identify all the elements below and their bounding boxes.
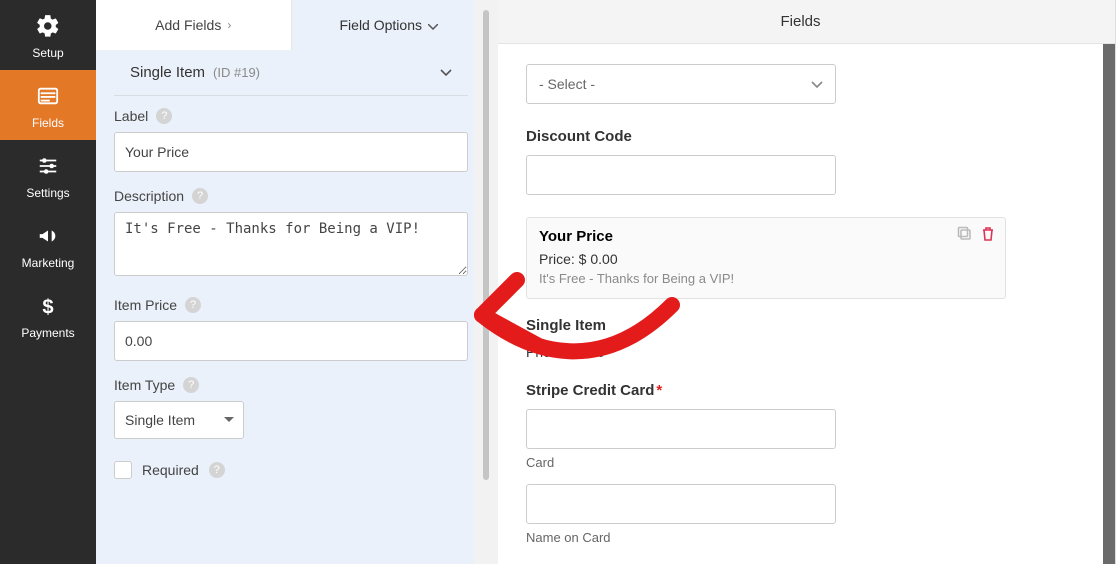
single-item-title: Single Item [526,317,1075,334]
sidebar-item-marketing[interactable]: Marketing [0,210,96,280]
tab-field-options[interactable]: Field Options [292,0,487,50]
dollar-icon: $ [34,292,62,320]
item-type-select[interactable]: Single Item [114,401,244,439]
svg-text:$: $ [42,296,53,318]
sidebar-item-setup[interactable]: Setup [0,0,96,70]
chevron-right-icon: › [227,18,231,32]
sliders-icon [34,152,62,180]
sidebar-item-label: Payments [21,326,74,340]
field-required: Required ? [96,443,486,483]
sidebar-item-label: Setup [32,46,63,60]
preview-gutter: - Select - Discount Code [486,44,1115,564]
field-item-price: Item Price ? [96,285,486,365]
chevron-down-icon [440,64,452,81]
preview-title: Fields [780,13,820,30]
label-input[interactable] [114,132,468,172]
chevron-down-icon [428,17,438,33]
preview-header: Fields [486,0,1115,44]
stripe-title: Stripe Credit Card* [526,382,1075,399]
sidebar-item-payments[interactable]: $ Payments [0,280,96,350]
options-panel: Add Fields › Field Options Single Item (… [96,0,486,564]
help-icon[interactable]: ? [192,188,208,204]
tab-label: Add Fields [155,17,221,33]
sidebar-item-fields[interactable]: Fields [0,70,96,140]
help-icon[interactable]: ? [209,462,225,478]
preview-body: - Select - Discount Code [498,44,1103,564]
card-title: Your Price [539,228,993,245]
required-label: Required [142,462,199,478]
preview-select[interactable]: - Select - [526,64,836,104]
discount-input[interactable] [526,155,836,195]
form-icon [34,82,62,110]
preview-your-price-card[interactable]: Your Price Price: $ 0.00 It's Free - Tha… [526,217,1006,299]
trash-icon[interactable] [981,226,995,247]
sidebar-item-label: Fields [32,116,64,130]
field-label: Label ? [96,96,486,176]
sidebar: Setup Fields Settings Marketing $ Paymen… [0,0,96,564]
stripe-card-sub: Card [526,455,1075,470]
card-price: Price: $ 0.00 [539,251,993,267]
section-title: Single Item [130,64,205,81]
stripe-name-input[interactable] [526,484,836,524]
options-tabs: Add Fields › Field Options [96,0,486,50]
required-checkbox[interactable] [114,461,132,479]
item-price-input[interactable] [114,321,468,361]
editor-area: Add Fields › Field Options Single Item (… [96,0,1116,564]
help-icon[interactable]: ? [185,297,201,313]
description-input[interactable]: It's Free - Thanks for Being a VIP! [114,212,468,276]
field-description: Description ? It's Free - Thanks for Bei… [96,176,486,285]
stripe-name-sub: Name on Card [526,530,1075,545]
required-asterisk: * [656,382,662,399]
section-header[interactable]: Single Item (ID #19) [114,50,468,96]
section-id: (ID #19) [213,65,260,80]
select-placeholder: - Select - [539,76,595,92]
help-icon[interactable]: ? [183,377,199,393]
label-text: Description [114,188,184,204]
tab-label: Field Options [340,17,422,33]
tab-add-fields[interactable]: Add Fields › [96,0,292,50]
discount-label: Discount Code [526,128,1075,145]
bullhorn-icon [34,222,62,250]
card-description: It's Free - Thanks for Being a VIP! [539,271,993,286]
label-text: Item Price [114,297,177,313]
chevron-down-icon [811,76,823,92]
sidebar-item-label: Marketing [22,256,75,270]
sidebar-item-label: Settings [26,186,69,200]
label-text: Label [114,108,148,124]
gear-icon [34,12,62,40]
single-item-price: Price: $ 0.00 [526,344,1075,360]
label-text: Item Type [114,377,175,393]
duplicate-icon[interactable] [957,226,973,247]
field-item-type: Item Type ? Single Item [96,365,486,443]
sidebar-item-settings[interactable]: Settings [0,140,96,210]
scrollbar-thumb[interactable] [483,10,489,480]
scrollbar-track [474,0,498,564]
help-icon[interactable]: ? [156,108,172,124]
stripe-card-input[interactable] [526,409,836,449]
preview-column: Fields - Select - Discount Code [486,0,1115,564]
